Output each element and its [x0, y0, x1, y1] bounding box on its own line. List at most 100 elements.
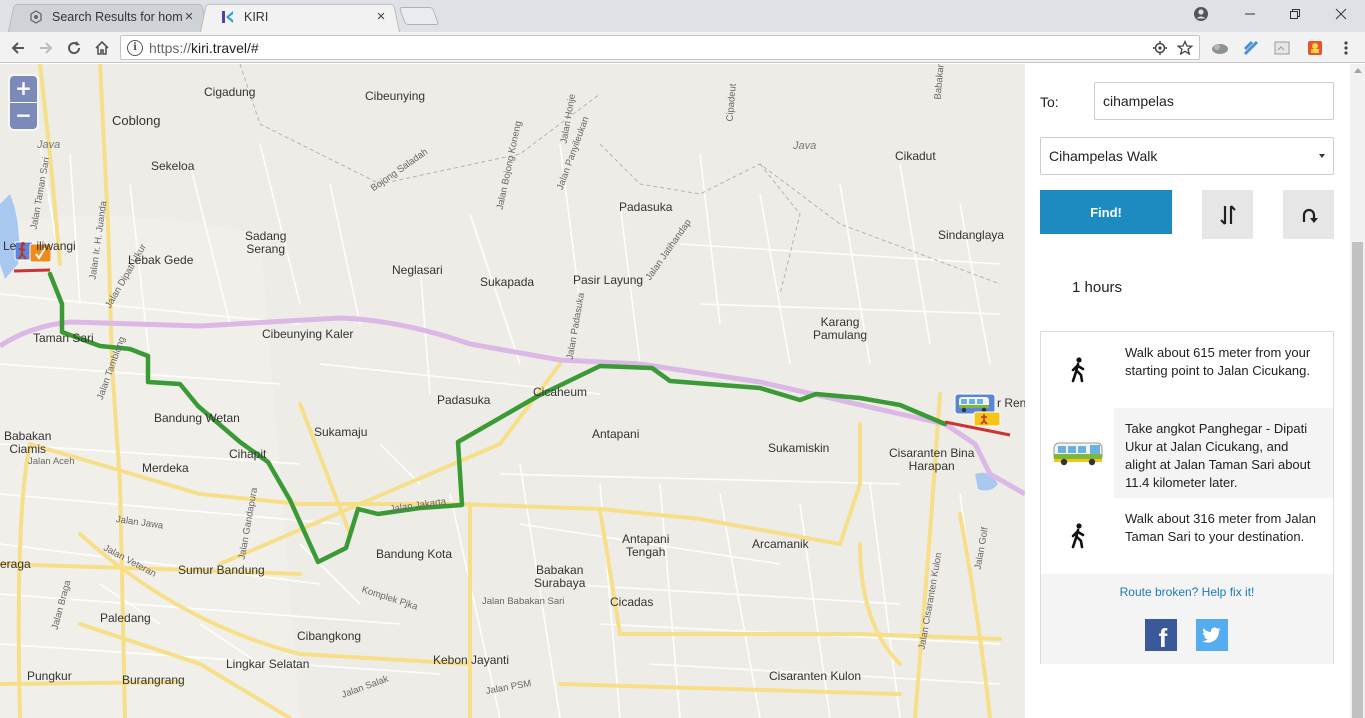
scrollbar-thumb[interactable]	[1352, 242, 1363, 718]
facebook-icon: f	[1158, 622, 1168, 653]
scroll-up-icon[interactable]	[1354, 68, 1362, 73]
zoom-control: + −	[10, 76, 37, 129]
map-place-label: Paledang	[100, 611, 151, 625]
map-road-label: Jalan Babakan Sari	[482, 596, 565, 607]
route-step-text: Take angkot Panghegar - Dipati Ukur at J…	[1125, 421, 1311, 490]
swap-button[interactable]	[1202, 190, 1253, 239]
angkot-icon	[1041, 408, 1114, 498]
map-place-label: Pungkur	[27, 669, 72, 683]
tab-search-results[interactable]: Search Results for home ×	[8, 2, 208, 33]
trip-duration: 1 hours	[1072, 279, 1123, 296]
close-window-icon[interactable]	[1318, 0, 1364, 28]
map-place-label: Cicaheum	[533, 385, 588, 399]
map-place-label: Sukamiskin	[768, 441, 830, 455]
find-button[interactable]: Find!	[1040, 190, 1172, 234]
tab-kiri[interactable]: KIRI ×	[200, 2, 400, 33]
map-place-label: r Rene	[997, 396, 1025, 410]
zoom-in-button[interactable]: +	[10, 76, 37, 102]
map-place-label: Antapani Tengah	[622, 532, 670, 559]
tab-title: Search Results for home	[52, 10, 182, 24]
browser-tab-bar: Search Results for home × KIRI ×	[0, 0, 1365, 33]
back-arrow-icon[interactable]	[6, 36, 30, 60]
reset-button[interactable]	[1283, 190, 1334, 239]
route-map[interactable]: + − Cigadung Coblong Cibeunying Java Jav…	[0, 64, 1025, 718]
map-place-label: Sindanglaya	[938, 228, 1005, 242]
extension-icon[interactable]	[1272, 38, 1292, 58]
map-place-label: Java	[793, 140, 817, 152]
route-step: Walk about 316 meter from Jalan Taman Sa…	[1041, 498, 1333, 574]
map-place-label: Sekeloa	[151, 159, 195, 173]
sidebar-scrollbar[interactable]	[1350, 64, 1365, 718]
restore-icon[interactable]	[1272, 0, 1318, 28]
extension-icon[interactable]	[1241, 38, 1261, 58]
undo-icon	[1302, 208, 1318, 223]
map-place-label: Taman Sari	[33, 331, 94, 345]
map-place-label: Kebon Jayanti	[433, 653, 510, 667]
map-place-label: Padasuka	[619, 200, 673, 214]
map-place-label: Merdeka	[142, 461, 189, 475]
twitter-icon	[1202, 627, 1221, 643]
menu-icon[interactable]	[1336, 38, 1356, 58]
map-place-label: Arcamanik	[752, 537, 809, 551]
forward-arrow-icon[interactable]	[34, 36, 58, 60]
map-road-label: Jalan Aceh	[28, 456, 75, 467]
close-tab-icon[interactable]: ×	[182, 9, 196, 24]
map-place-label: Coblong	[112, 113, 161, 128]
close-tab-icon[interactable]: ×	[374, 9, 388, 24]
gear-favicon-icon	[28, 9, 44, 25]
help-fix-link[interactable]: Route broken? Help fix it!	[1041, 585, 1333, 599]
map-place-label: Bandung Wetan	[154, 411, 240, 425]
twitter-share-button[interactable]	[1196, 619, 1228, 651]
route-step-text: Walk about 615 meter from your starting …	[1125, 345, 1311, 378]
tab-title: KIRI	[244, 10, 269, 24]
map-place-label: Sukamaju	[314, 425, 368, 439]
map-place-label: Neglasari	[392, 263, 443, 277]
route-step-text: Walk about 316 meter from Jalan Taman Sa…	[1125, 511, 1316, 544]
map-place-label: Sukapada	[480, 275, 535, 289]
swap-icon	[1219, 204, 1236, 225]
map-place-label: Le iliwangi	[3, 239, 76, 253]
extension-icon[interactable]	[1305, 38, 1325, 58]
route-step: Take angkot Panghegar - Dipati Ukur at J…	[1041, 408, 1333, 498]
profile-icon[interactable]	[1178, 0, 1224, 28]
route-step: Walk about 615 meter from your starting …	[1041, 332, 1333, 408]
new-tab-button[interactable]	[398, 7, 440, 25]
bookmark-star-icon[interactable]	[1174, 37, 1196, 59]
address-bar[interactable]: i https://kiri.travel/#	[120, 35, 1200, 60]
kiri-favicon-icon	[220, 9, 236, 25]
map-place-label: Antapani	[592, 427, 640, 441]
facebook-share-button[interactable]: f	[1145, 619, 1177, 653]
map-place-label: Cigadung	[204, 85, 256, 99]
dropdown-caret-icon	[1319, 154, 1325, 158]
map-place-label: Sadang Serang	[245, 229, 287, 256]
walk-icon	[1041, 498, 1114, 574]
home-icon[interactable]	[90, 36, 114, 60]
end-marker-icon[interactable]	[954, 393, 1001, 427]
map-place-label: Lingkar Selatan	[226, 657, 310, 671]
map-place-label: Karang Pamulang	[813, 315, 868, 342]
map-place-label: Bandung Kota	[376, 547, 453, 561]
destination-select-value: Cihampelas Walk	[1049, 148, 1158, 164]
site-info-icon[interactable]: i	[127, 39, 143, 56]
to-label: To:	[1040, 94, 1059, 110]
zoom-out-button[interactable]: −	[10, 102, 37, 128]
destination-select[interactable]: Cihampelas Walk	[1040, 137, 1334, 175]
map-place-label: Babakan Ciamis	[4, 429, 52, 456]
address-url[interactable]: https://kiri.travel/#	[149, 40, 1149, 56]
map-place-label: Babakan Surabaya	[534, 563, 586, 590]
map-place-label: eraga	[0, 557, 31, 571]
location-icon[interactable]	[1149, 37, 1171, 59]
map-place-label: Cisaranten Kulon	[769, 669, 862, 683]
browser-toolbar: i https://kiri.travel/#	[0, 32, 1365, 63]
map-place-label: Cibangkong	[297, 629, 362, 643]
walk-icon	[1041, 332, 1114, 408]
extension-icon[interactable]	[1210, 38, 1230, 58]
destination-input[interactable]	[1094, 82, 1334, 120]
minimize-icon[interactable]	[1227, 0, 1273, 28]
map-place-label: Cisaranten Bina Harapan	[889, 446, 975, 473]
map-place-label: Sumur Bandung	[178, 563, 265, 577]
map-place-label: Cibeunying	[365, 89, 426, 103]
route-sidebar: To: Cihampelas Walk Find! 1 hours Walk a…	[1025, 64, 1365, 718]
map-place-label: Burangrang	[122, 673, 185, 687]
reload-icon[interactable]	[62, 36, 86, 60]
